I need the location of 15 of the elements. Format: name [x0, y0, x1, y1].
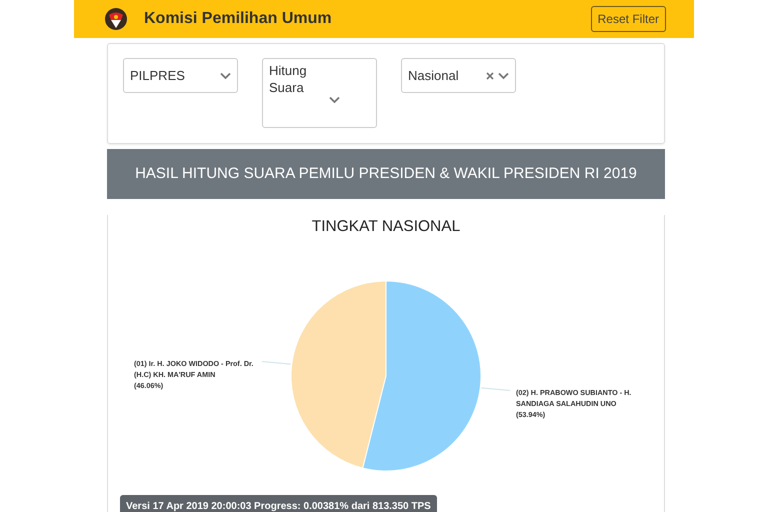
chevron-down-icon — [220, 72, 231, 80]
leader-line — [480, 387, 511, 391]
select-field[interactable]: PILPRES — [123, 58, 238, 93]
chart-title: TINGKAT NASIONAL — [312, 218, 460, 235]
version-badge: Versi 17 Apr 2019 20:00:03 Progress: 0.00381% dari 813.350 TPS — [120, 495, 437, 512]
reset-filter-button[interactable]: Reset Filter — [590, 6, 666, 32]
clear-icon[interactable] — [486, 72, 494, 80]
logo-icon — [104, 7, 128, 31]
chevron-down-icon — [329, 96, 340, 104]
select-field[interactable]: Hitung Suara — [262, 58, 377, 128]
results-banner: HASIL HITUNG SUARA PEMILU PRESIDEN & WAKIL PRESIDEN RI 2019 — [107, 149, 665, 199]
chevron-down-icon — [498, 72, 509, 80]
leader-line — [261, 361, 292, 365]
select-field[interactable]: Nasional — [401, 58, 516, 93]
site-title: Komisi Pemilihan Umum — [144, 9, 332, 29]
